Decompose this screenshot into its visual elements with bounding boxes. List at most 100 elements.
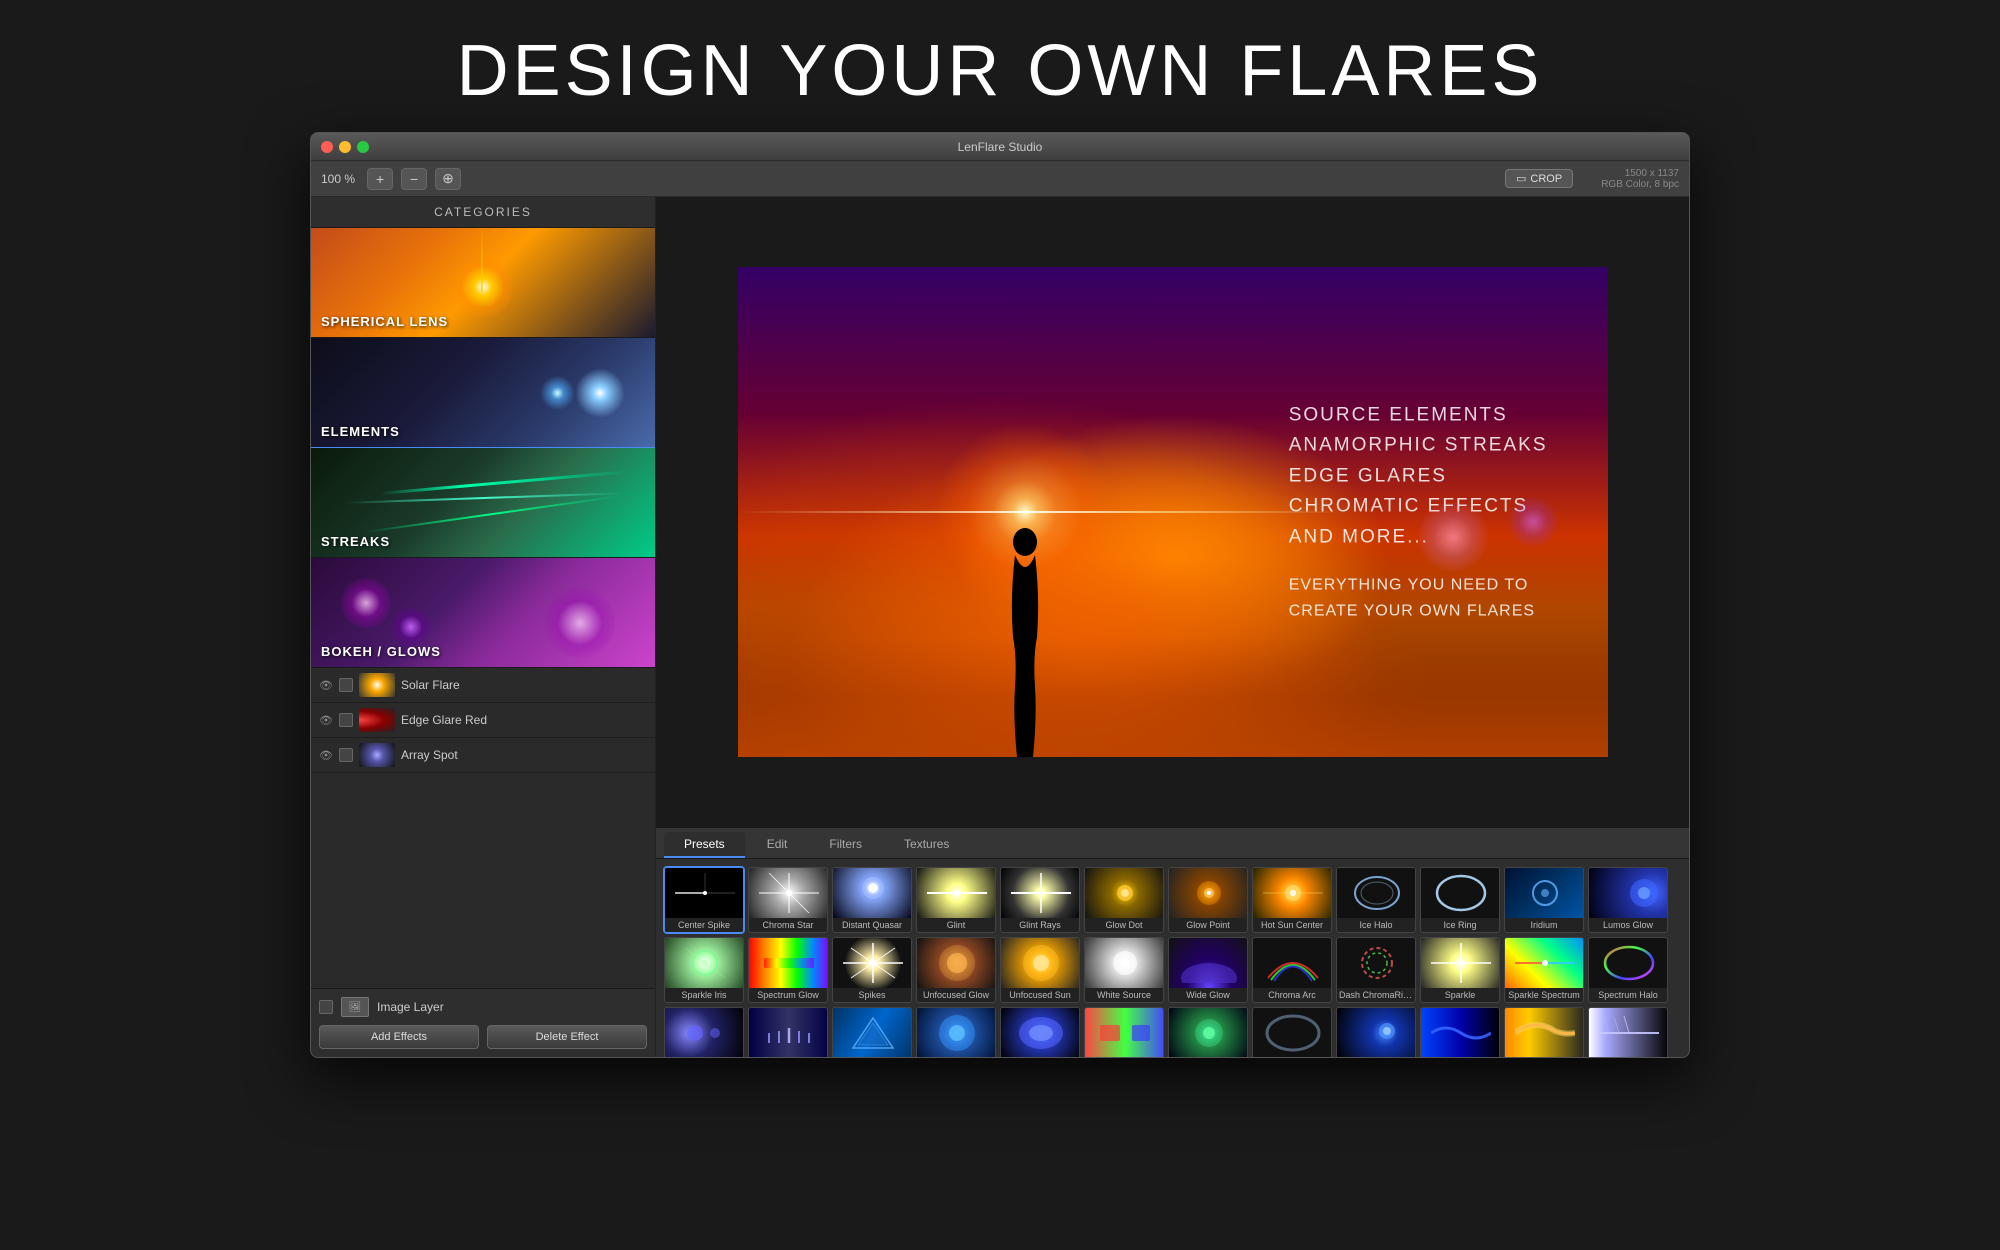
- tab-edit[interactable]: Edit: [747, 832, 808, 858]
- preset-sparkle-spectrum-name: Sparkle Spectrum: [1505, 988, 1583, 1002]
- fullscreen-button[interactable]: [357, 141, 369, 153]
- preset-center-spike-name: Center Spike: [665, 918, 743, 932]
- preset-spectrum-glow-name: Spectrum Glow: [749, 988, 827, 1002]
- preset-glow-dot[interactable]: Glow Dot: [1084, 867, 1164, 933]
- close-button[interactable]: [321, 141, 333, 153]
- thumb-array: [359, 743, 395, 767]
- preset-sparkle-spectrum[interactable]: Sparkle Spectrum: [1504, 937, 1584, 1003]
- preset-spectrum-glow[interactable]: Spectrum Glow: [748, 937, 828, 1003]
- preset-edge-glare-glow[interactable]: Edge Glare Glow: [1504, 1007, 1584, 1057]
- overlay-line-1: SOURCE ELEMENTS: [1289, 400, 1548, 430]
- eye-icon-solar[interactable]: 👁: [319, 679, 333, 692]
- preset-glint-rays[interactable]: Glint Rays: [1000, 867, 1080, 933]
- preset-lens-rim[interactable]: Lens Rim: [1252, 1007, 1332, 1057]
- category-streaks[interactable]: STREAKS: [311, 448, 655, 558]
- preset-unfocused-sun[interactable]: Unfocused Sun: [1000, 937, 1080, 1003]
- preset-wide-glow-name: Wide Glow: [1169, 988, 1247, 1002]
- preset-ice-ring[interactable]: Ice Ring: [1420, 867, 1500, 933]
- preset-iridium[interactable]: Iridium: [1504, 867, 1584, 933]
- flare-orb-right: [1418, 502, 1488, 572]
- preset-spikes[interactable]: Spikes: [832, 937, 912, 1003]
- preset-sparkle-iris[interactable]: Sparkle Iris: [664, 937, 744, 1003]
- thumb-edge: [359, 708, 395, 732]
- preview-canvas[interactable]: SOURCE ELEMENTS ANAMORPHIC STREAKS EDGE …: [656, 197, 1689, 827]
- preset-chroma-star[interactable]: Chroma Star: [748, 867, 828, 933]
- minimize-button[interactable]: [339, 141, 351, 153]
- move-button[interactable]: ⊕: [435, 168, 461, 190]
- preset-chroma-segment[interactable]: Chroma Segment: [1084, 1007, 1164, 1057]
- preset-center-spike[interactable]: Center Spike: [664, 867, 744, 933]
- preset-green-sprite[interactable]: Green Sprite: [1168, 1007, 1248, 1057]
- preset-unfocused-glow[interactable]: Unfocused Glow: [916, 937, 996, 1003]
- preset-array-triangle[interactable]: Array Triangle: [832, 1007, 912, 1057]
- person-silhouette: [995, 517, 1055, 757]
- preset-chroma-arc[interactable]: Chroma Arc: [1252, 937, 1332, 1003]
- zoom-out-button[interactable]: −: [401, 168, 427, 190]
- preset-array-ticks[interactable]: Array Ticks: [748, 1007, 828, 1057]
- checkbox-array[interactable]: [339, 748, 353, 762]
- preset-spikes-name: Spikes: [833, 988, 911, 1002]
- preset-unfocused-sun-name: Unfocused Sun: [1001, 988, 1079, 1002]
- preset-ice-halo[interactable]: Ice Halo: [1336, 867, 1416, 933]
- category-bokeh-label: BOKEH / GLOWS: [321, 644, 441, 659]
- preset-lumos-glow[interactable]: Lumos Glow: [1588, 867, 1668, 933]
- preset-white-source-name: White Source: [1085, 988, 1163, 1002]
- preset-dash-chromaring-name: Dash ChromaRing: [1337, 988, 1415, 1002]
- layer-edge-glare-red[interactable]: 👁 Edge Glare Red: [311, 703, 655, 738]
- zoom-level: 100 %: [321, 172, 355, 186]
- layer-list: 👁 Solar Flare 👁 Edge Glare Red 👁 Array S…: [311, 668, 655, 988]
- preset-glint[interactable]: Glint: [916, 867, 996, 933]
- crop-label: CROP: [1530, 173, 1562, 185]
- image-layer-icon: 🖼: [341, 997, 369, 1017]
- layer-name-edge: Edge Glare Red: [401, 713, 487, 727]
- tab-filters[interactable]: Filters: [809, 832, 882, 858]
- bottom-panel: Presets Edit Filters Textures Center Spi…: [656, 827, 1689, 1057]
- preset-lumos-glow-name: Lumos Glow: [1589, 918, 1667, 932]
- preset-edge-glare-blue[interactable]: Edge Glare Blue: [1420, 1007, 1500, 1057]
- add-effects-button[interactable]: Add Effects: [319, 1025, 479, 1049]
- preset-hot-sun-center[interactable]: Hot Sun Center: [1252, 867, 1332, 933]
- checkbox-edge[interactable]: [339, 713, 353, 727]
- preset-blue-big-sprite[interactable]: Blue Big Sprite: [916, 1007, 996, 1057]
- preset-edge-glare-rays[interactable]: Edge Glare Rays: [1588, 1007, 1668, 1057]
- eye-icon-array[interactable]: 👁: [319, 749, 333, 762]
- preset-sparkle[interactable]: Sparkle: [1420, 937, 1500, 1003]
- category-bokeh[interactable]: BOKEH / GLOWS: [311, 558, 655, 668]
- category-spherical-label: SPHERICAL LENS: [321, 314, 448, 329]
- crop-button[interactable]: ▭ CROP: [1505, 169, 1573, 188]
- preset-wide-glow[interactable]: Wide Glow: [1168, 937, 1248, 1003]
- image-layer-row: 🖼 Image Layer: [319, 997, 647, 1017]
- zoom-in-button[interactable]: +: [367, 168, 393, 190]
- checkbox-solar[interactable]: [339, 678, 353, 692]
- preset-array-spot[interactable]: Array Spot: [664, 1007, 744, 1057]
- presets-row-3: Array Spot Array Ticks Arr: [664, 1007, 1681, 1057]
- layer-array-spot[interactable]: 👁 Array Spot: [311, 738, 655, 773]
- preview-image: SOURCE ELEMENTS ANAMORPHIC STREAKS EDGE …: [738, 267, 1608, 757]
- preset-glow-point-name: Glow Point: [1169, 918, 1247, 932]
- eye-icon-edge[interactable]: 👁: [319, 714, 333, 727]
- preset-chroma-arc-name: Chroma Arc: [1253, 988, 1331, 1002]
- preset-blue-blob[interactable]: Blue Blob: [1000, 1007, 1080, 1057]
- overlay-line-3: EDGE GLARES: [1289, 461, 1548, 491]
- crop-icon: ▭: [1516, 172, 1526, 185]
- traffic-lights: [321, 141, 369, 153]
- category-streaks-label: STREAKS: [321, 534, 390, 549]
- tab-presets[interactable]: Presets: [664, 832, 745, 858]
- preset-distant-quasar[interactable]: Distant Quasar: [832, 867, 912, 933]
- layer-solar-flare[interactable]: 👁 Solar Flare: [311, 668, 655, 703]
- preset-glow-point[interactable]: Glow Point: [1168, 867, 1248, 933]
- preset-spectrum-halo[interactable]: Spectrum Halo: [1588, 937, 1668, 1003]
- category-elements[interactable]: ELEMENTS: [311, 338, 655, 448]
- sidebar-bottom: 🖼 Image Layer Add Effects Delete Effect: [311, 988, 655, 1057]
- preset-hot-sun-center-name: Hot Sun Center: [1253, 918, 1331, 932]
- tab-textures[interactable]: Textures: [884, 832, 969, 858]
- preset-white-source[interactable]: White Source: [1084, 937, 1164, 1003]
- delete-effect-button[interactable]: Delete Effect: [487, 1025, 647, 1049]
- category-spherical-lens[interactable]: SPHERICAL LENS: [311, 228, 655, 338]
- preset-dash-chromaring[interactable]: Dash ChromaRing: [1336, 937, 1416, 1003]
- preset-small-blue-sprite[interactable]: Small Blue Sprite: [1336, 1007, 1416, 1057]
- image-layer-checkbox[interactable]: [319, 1000, 333, 1014]
- presets-row-2: Sparkle Iris Spectrum Glow: [664, 937, 1681, 1003]
- preset-glow-dot-name: Glow Dot: [1085, 918, 1163, 932]
- sidebar: CATEGORIES SPHERICAL LENS ELEMENTS: [311, 197, 656, 1057]
